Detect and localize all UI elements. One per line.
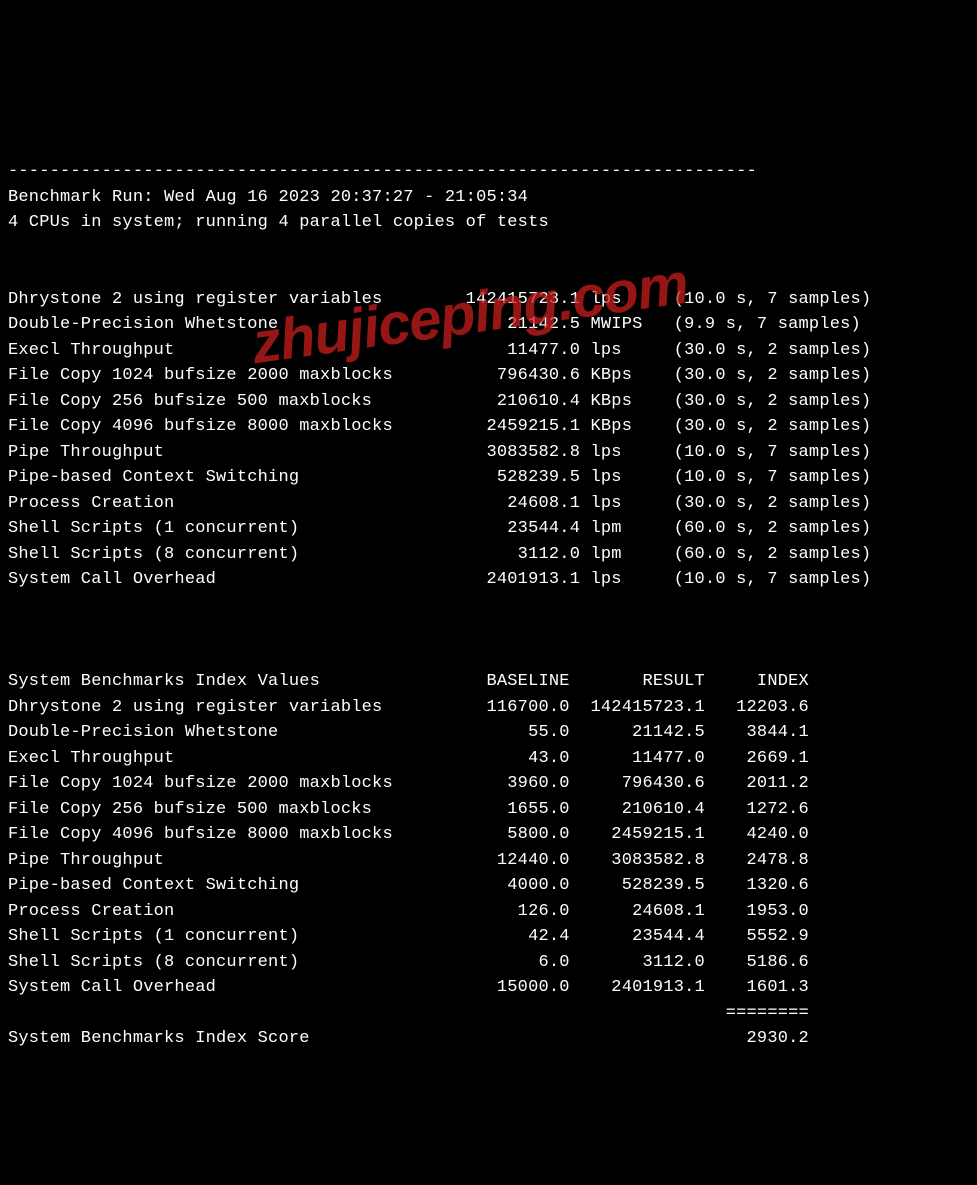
raw-results-block: Dhrystone 2 using register variables 142… xyxy=(8,290,871,590)
cpu-line: 4 CPUs in system; running 4 parallel cop… xyxy=(8,213,549,232)
benchmark-run-line: Benchmark Run: Wed Aug 16 2023 20:37:27 … xyxy=(8,188,528,207)
index-results-block: System Benchmarks Index Values BASELINE … xyxy=(8,672,809,1048)
divider-top: ----------------------------------------… xyxy=(8,162,757,181)
